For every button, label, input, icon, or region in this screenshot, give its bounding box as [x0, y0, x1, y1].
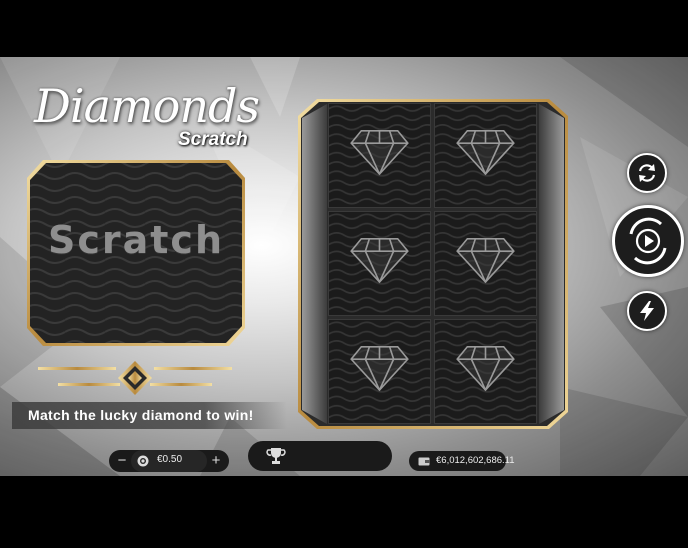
- refresh-button[interactable]: [627, 153, 667, 193]
- win-display: [248, 441, 392, 471]
- balance-value: €6,012,602,686.11: [436, 455, 515, 466]
- game-logo: Diamonds Scratch: [28, 79, 260, 159]
- bet-value: €0.50: [157, 454, 183, 465]
- logo-subtitle: Scratch: [178, 129, 248, 150]
- scratch-cell-6[interactable]: [434, 319, 537, 424]
- scratch-cell-3[interactable]: [328, 211, 431, 316]
- play-icon: [629, 217, 667, 265]
- instruction-text: Match the lucky diamond to win!: [28, 407, 254, 423]
- lucky-diamond-panel[interactable]: Scratch: [25, 158, 247, 348]
- increase-bet-button[interactable]: +: [207, 451, 225, 471]
- instruction-banner: Match the lucky diamond to win!: [12, 402, 287, 429]
- play-button[interactable]: [612, 205, 684, 277]
- ornament-divider: [38, 361, 232, 395]
- game-stage: Diamonds Scratch Scratch Match the lucky…: [0, 57, 688, 476]
- lightning-icon: [640, 301, 654, 321]
- decrease-bet-button[interactable]: −: [113, 451, 131, 471]
- logo-title: Diamonds: [34, 79, 260, 133]
- scratch-cell-1[interactable]: [328, 103, 431, 208]
- balance-display: €6,012,602,686.11: [409, 451, 515, 471]
- scratch-cell-5[interactable]: [328, 319, 431, 424]
- chip-icon: [137, 455, 149, 467]
- turbo-button[interactable]: [627, 291, 667, 331]
- bet-display: €0.50: [131, 450, 207, 472]
- scratch-cells: [328, 103, 537, 424]
- scratch-label: Scratch: [47, 218, 225, 262]
- scratch-grid-frame: [297, 98, 569, 430]
- bet-control: − €0.50 +: [109, 450, 229, 472]
- trophy-icon: [266, 448, 286, 464]
- refresh-icon: [638, 164, 656, 182]
- wallet-icon: [418, 457, 430, 466]
- scratch-cell-4[interactable]: [434, 211, 537, 316]
- scratch-cell-2[interactable]: [434, 103, 537, 208]
